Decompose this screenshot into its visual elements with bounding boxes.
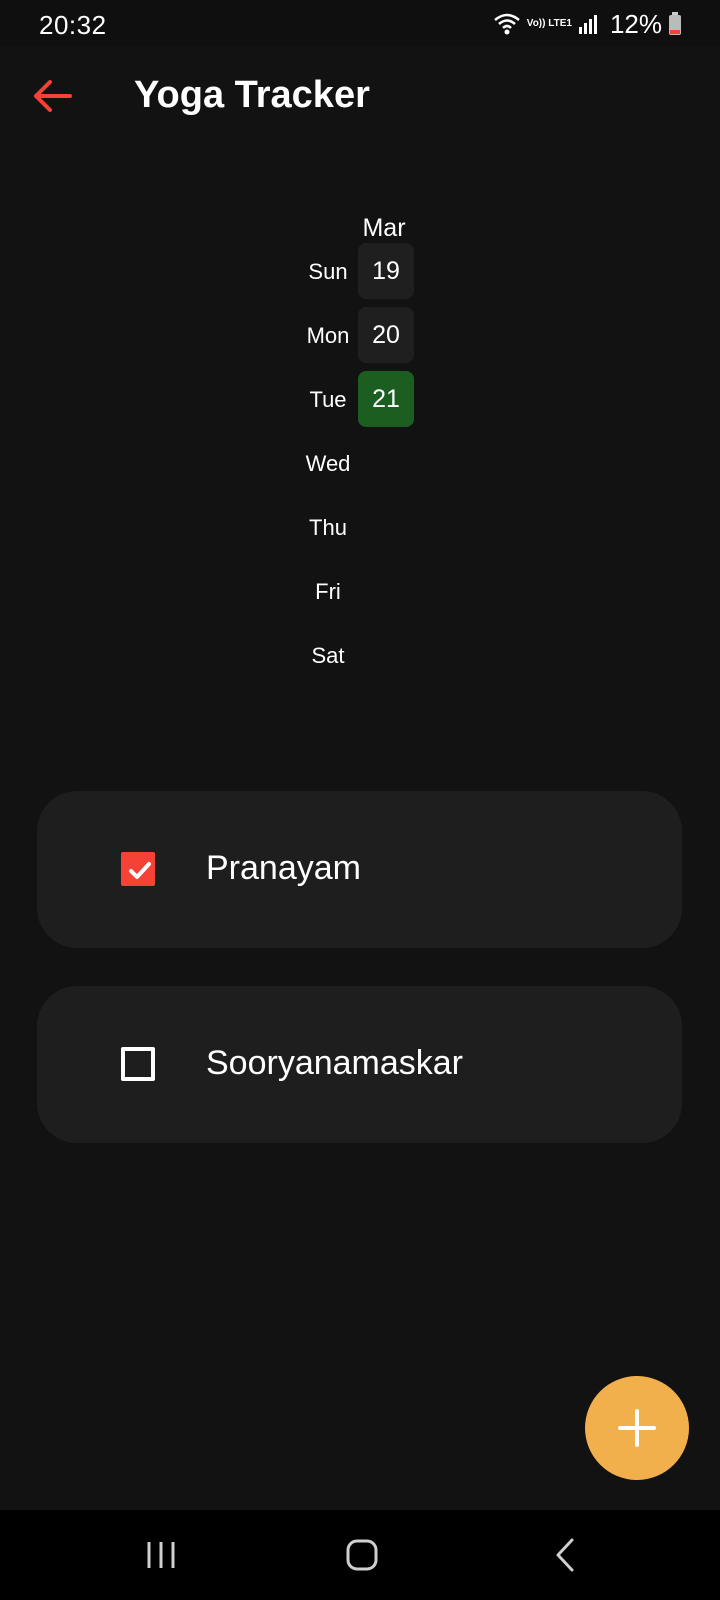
add-habit-button[interactable]	[585, 1376, 689, 1480]
day-row-fri: Fri	[290, 563, 430, 619]
week-calendar: Mar Sun 19 Mon 20 Tue 21 Wed Thu Fri Sat	[290, 206, 430, 686]
recent-apps-button[interactable]	[131, 1532, 191, 1578]
habit-name: Sooryanamaskar	[206, 1044, 464, 1082]
habit-name: Pranayam	[206, 849, 361, 887]
habit-card-pranayam[interactable]: Pranayam	[37, 791, 682, 948]
day-cell-21-today[interactable]: 21	[358, 371, 414, 427]
status-bar: 20:32 Vo)) LTE1 12%	[0, 0, 720, 46]
status-time: 20:32	[39, 10, 107, 40]
day-row-sun: Sun 19	[290, 243, 430, 299]
day-row-tue: Tue 21	[290, 371, 430, 427]
recent-apps-icon	[147, 1542, 175, 1568]
day-label: Sat	[311, 643, 345, 668]
back-icon	[556, 1538, 574, 1572]
app-bar: Yoga Tracker	[0, 46, 720, 146]
arrow-left-icon	[34, 80, 72, 112]
habit-checkbox-unchecked[interactable]	[121, 1047, 155, 1081]
habit-checkbox-checked[interactable]	[121, 852, 155, 886]
system-back-button[interactable]	[534, 1532, 594, 1578]
day-row-mon: Mon 20	[290, 307, 430, 363]
day-label: Mon	[306, 323, 350, 348]
battery-percent: 12%	[609, 8, 662, 39]
system-nav-bar	[0, 1510, 720, 1600]
day-label: Fri	[315, 579, 341, 604]
home-button[interactable]	[332, 1532, 392, 1578]
signal-icon	[578, 15, 597, 34]
day-cell-20[interactable]: 20	[358, 307, 414, 363]
check-icon	[129, 862, 151, 879]
back-button[interactable]	[30, 76, 74, 116]
home-icon	[346, 1539, 378, 1571]
page-title: Yoga Tracker	[134, 74, 370, 116]
battery-icon	[669, 12, 681, 35]
volte-indicator: Vo)) LTE1	[526, 18, 572, 29]
status-icons: Vo)) LTE1 12%	[493, 9, 682, 39]
day-label: Tue	[309, 387, 347, 412]
plus-icon	[618, 1409, 656, 1447]
day-label: Sun	[308, 259, 348, 284]
day-label: Thu	[309, 515, 347, 540]
month-label: Mar	[362, 214, 406, 242]
day-label: Wed	[305, 451, 351, 476]
wifi-icon	[493, 13, 520, 35]
day-cell-19[interactable]: 19	[358, 243, 414, 299]
habit-card-sooryanamaskar[interactable]: Sooryanamaskar	[37, 986, 682, 1143]
day-row-thu: Thu	[290, 499, 430, 555]
day-row-sat: Sat	[290, 627, 430, 683]
day-row-wed: Wed	[290, 435, 430, 491]
